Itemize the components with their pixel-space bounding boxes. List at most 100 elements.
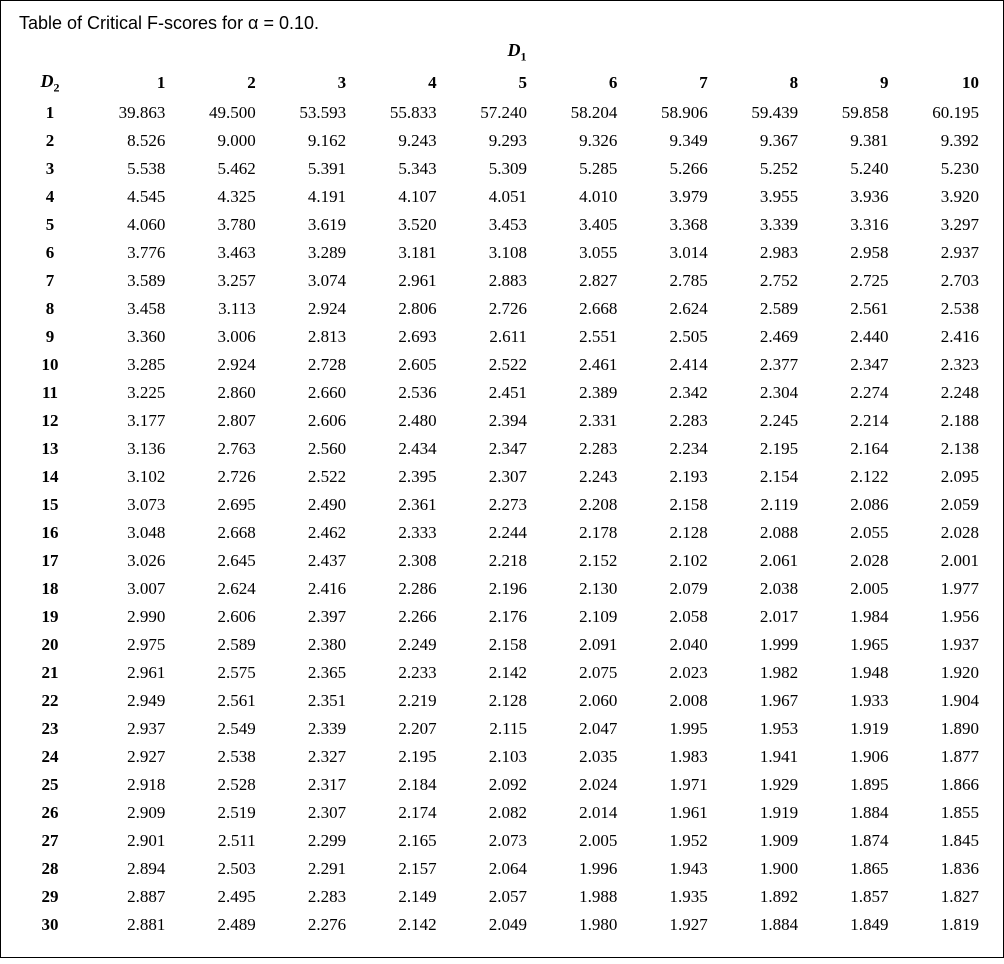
value-cell: 2.028: [804, 547, 894, 575]
value-cell: 9.162: [262, 127, 352, 155]
value-cell: 2.728: [262, 351, 352, 379]
value-cell: 2.165: [352, 827, 442, 855]
column-header: 5: [443, 67, 533, 100]
value-cell: 3.619: [262, 211, 352, 239]
table-row: 272.9012.5112.2992.1652.0732.0051.9521.9…: [19, 827, 985, 855]
value-cell: 2.188: [895, 407, 985, 435]
value-cell: 1.995: [623, 715, 713, 743]
value-cell: 1.904: [895, 687, 985, 715]
value-cell: 2.624: [623, 295, 713, 323]
value-cell: 2.249: [352, 631, 442, 659]
value-cell: 1.956: [895, 603, 985, 631]
row-label: 13: [19, 435, 81, 463]
row-label: 24: [19, 743, 81, 771]
table-row: 133.1362.7632.5602.4342.3472.2832.2342.1…: [19, 435, 985, 463]
value-cell: 2.164: [804, 435, 894, 463]
table-row: 202.9752.5892.3802.2492.1582.0912.0401.9…: [19, 631, 985, 659]
value-cell: 2.503: [171, 855, 261, 883]
value-cell: 2.339: [262, 715, 352, 743]
value-cell: 2.606: [262, 407, 352, 435]
value-cell: 3.316: [804, 211, 894, 239]
value-cell: 1.857: [804, 883, 894, 911]
table-row: 302.8812.4892.2762.1422.0491.9801.9271.8…: [19, 911, 985, 939]
value-cell: 2.528: [171, 771, 261, 799]
value-cell: 1.827: [895, 883, 985, 911]
value-cell: 2.059: [895, 491, 985, 519]
value-cell: 2.827: [533, 267, 623, 295]
value-cell: 1.895: [804, 771, 894, 799]
value-cell: 2.299: [262, 827, 352, 855]
value-cell: 2.575: [171, 659, 261, 687]
value-cell: 2.589: [171, 631, 261, 659]
value-cell: 2.095: [895, 463, 985, 491]
value-cell: 3.102: [81, 463, 171, 491]
table-row: 83.4583.1132.9242.8062.7262.6682.6242.58…: [19, 295, 985, 323]
value-cell: 2.234: [623, 435, 713, 463]
value-cell: 1.919: [714, 799, 804, 827]
value-cell: 2.726: [443, 295, 533, 323]
table-row: 252.9182.5282.3172.1842.0922.0241.9711.9…: [19, 771, 985, 799]
value-cell: 2.149: [352, 883, 442, 911]
value-cell: 1.980: [533, 911, 623, 939]
value-cell: 3.007: [81, 575, 171, 603]
value-cell: 2.394: [443, 407, 533, 435]
table-row: 183.0072.6242.4162.2862.1962.1302.0792.0…: [19, 575, 985, 603]
value-cell: 2.248: [895, 379, 985, 407]
table-body: 139.86349.50053.59355.83357.24058.20458.…: [19, 99, 985, 939]
header-row: D2 12345678910: [19, 67, 985, 100]
value-cell: 5.538: [81, 155, 171, 183]
value-cell: 1.943: [623, 855, 713, 883]
table-row: 282.8942.5032.2912.1572.0641.9961.9431.9…: [19, 855, 985, 883]
value-cell: 2.924: [262, 295, 352, 323]
column-header: 9: [804, 67, 894, 100]
value-cell: 5.309: [443, 155, 533, 183]
value-cell: 3.360: [81, 323, 171, 351]
value-cell: 4.107: [352, 183, 442, 211]
value-cell: 2.086: [804, 491, 894, 519]
value-cell: 3.285: [81, 351, 171, 379]
value-cell: 1.948: [804, 659, 894, 687]
table-row: 222.9492.5612.3512.2192.1282.0602.0081.9…: [19, 687, 985, 715]
table-row: 54.0603.7803.6193.5203.4533.4053.3683.33…: [19, 211, 985, 239]
value-cell: 2.725: [804, 267, 894, 295]
value-cell: 2.726: [171, 463, 261, 491]
value-cell: 1.877: [895, 743, 985, 771]
value-cell: 2.887: [81, 883, 171, 911]
value-cell: 2.158: [443, 631, 533, 659]
row-label: 16: [19, 519, 81, 547]
row-label: 7: [19, 267, 81, 295]
value-cell: 1.967: [714, 687, 804, 715]
value-cell: 1.874: [804, 827, 894, 855]
value-cell: 2.901: [81, 827, 171, 855]
value-cell: 2.763: [171, 435, 261, 463]
value-cell: 2.176: [443, 603, 533, 631]
value-cell: 3.048: [81, 519, 171, 547]
value-cell: 2.389: [533, 379, 623, 407]
row-label: 4: [19, 183, 81, 211]
value-cell: 2.273: [443, 491, 533, 519]
value-cell: 9.293: [443, 127, 533, 155]
value-cell: 2.157: [352, 855, 442, 883]
row-label: 12: [19, 407, 81, 435]
table-row: 123.1772.8072.6062.4802.3942.3312.2832.2…: [19, 407, 985, 435]
value-cell: 2.918: [81, 771, 171, 799]
value-cell: 3.225: [81, 379, 171, 407]
row-label: 3: [19, 155, 81, 183]
value-cell: 9.243: [352, 127, 442, 155]
value-cell: 2.158: [623, 491, 713, 519]
table-row: 153.0732.6952.4902.3612.2732.2082.1582.1…: [19, 491, 985, 519]
row-label: 15: [19, 491, 81, 519]
value-cell: 2.049: [443, 911, 533, 939]
value-cell: 3.026: [81, 547, 171, 575]
value-cell: 2.024: [533, 771, 623, 799]
d1-axis-label: D1: [49, 40, 985, 65]
value-cell: 5.240: [804, 155, 894, 183]
value-cell: 3.920: [895, 183, 985, 211]
value-cell: 2.195: [352, 743, 442, 771]
value-cell: 2.549: [171, 715, 261, 743]
value-cell: 2.752: [714, 267, 804, 295]
value-cell: 2.243: [533, 463, 623, 491]
table-row: 44.5454.3254.1914.1074.0514.0103.9793.95…: [19, 183, 985, 211]
value-cell: 2.035: [533, 743, 623, 771]
row-label: 30: [19, 911, 81, 939]
